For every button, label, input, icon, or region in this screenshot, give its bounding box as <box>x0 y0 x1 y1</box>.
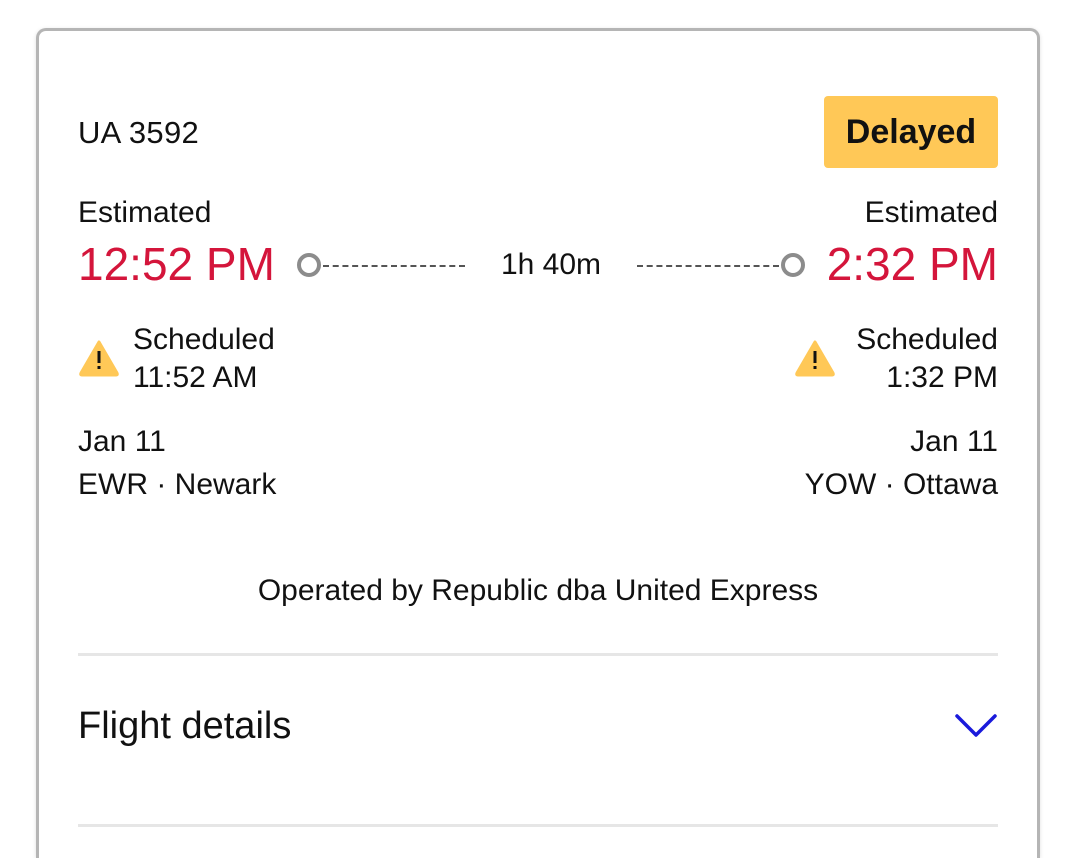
status-badge: Delayed <box>824 96 998 168</box>
operator-text: Operated by Republic dba United Express <box>257 574 819 607</box>
destination-circle-icon <box>781 253 805 277</box>
departure-scheduled-time: 11:52 AM <box>133 361 258 394</box>
arrival-estimated-time: 2:32 PM <box>826 238 998 290</box>
arrival-estimated-label: Estimated <box>864 196 998 229</box>
route-line: 1h 40m <box>297 246 805 290</box>
chevron-down-icon[interactable] <box>954 711 998 741</box>
departure-estimated-label: Estimated <box>78 196 212 229</box>
departure-date: Jan 11 <box>78 425 166 458</box>
arrival-scheduled-label: Scheduled <box>856 323 998 356</box>
divider <box>78 824 998 827</box>
arrival-airport: YOW · Ottawa <box>804 468 998 501</box>
departure-scheduled-label: Scheduled <box>133 323 275 356</box>
flight-number: UA 3592 <box>78 115 200 150</box>
arrival-scheduled-time: 1:32 PM <box>886 361 998 394</box>
divider <box>78 653 998 656</box>
departure-scheduled: Scheduled 11:52 AM <box>133 321 275 397</box>
route-dash-right <box>637 265 779 267</box>
departure-estimated-time: 12:52 PM <box>78 238 275 290</box>
arrival-warning-icon <box>795 340 835 377</box>
flight-card: UA 3592 Delayed Estimated Estimated 12:5… <box>36 28 1040 858</box>
departure-warning-icon <box>79 340 119 377</box>
arrival-date: Jan 11 <box>910 425 998 458</box>
arrival-scheduled: Scheduled 1:32 PM <box>856 321 998 397</box>
flight-details-label: Flight details <box>78 705 292 747</box>
flight-details-toggle[interactable]: Flight details <box>78 691 998 767</box>
departure-airport: EWR · Newark <box>78 468 277 501</box>
